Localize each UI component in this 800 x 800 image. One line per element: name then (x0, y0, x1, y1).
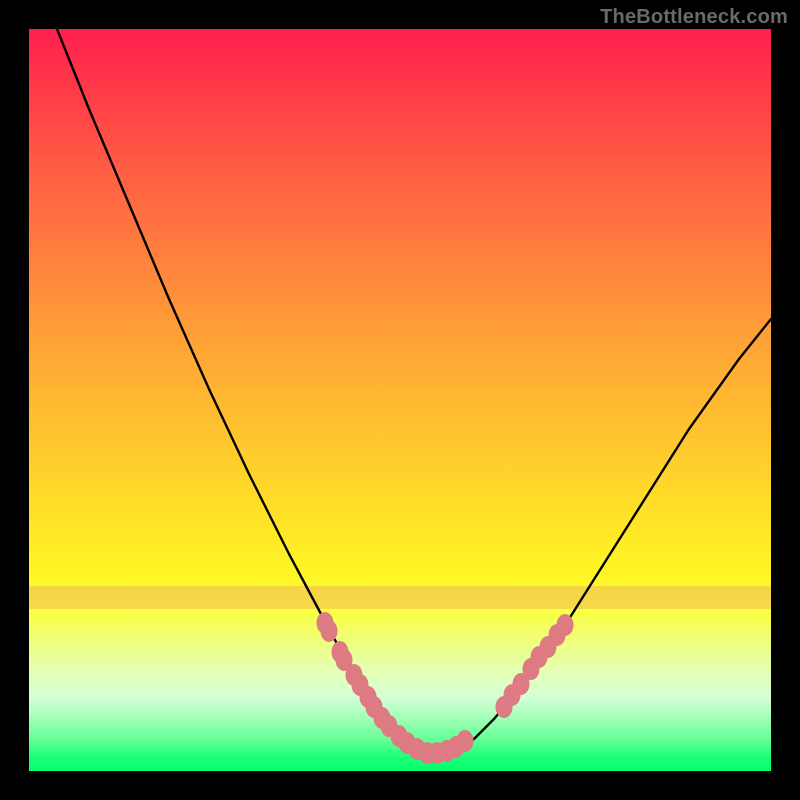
chart-svg (29, 29, 771, 771)
plot-area (29, 29, 771, 771)
bottleneck-curve (57, 29, 771, 756)
outer-frame: TheBottleneck.com (0, 0, 800, 800)
curve-markers (317, 612, 574, 764)
curve-marker (557, 614, 574, 636)
curve-marker (457, 730, 474, 752)
watermark-label: TheBottleneck.com (600, 6, 788, 29)
curve-marker (321, 620, 338, 642)
